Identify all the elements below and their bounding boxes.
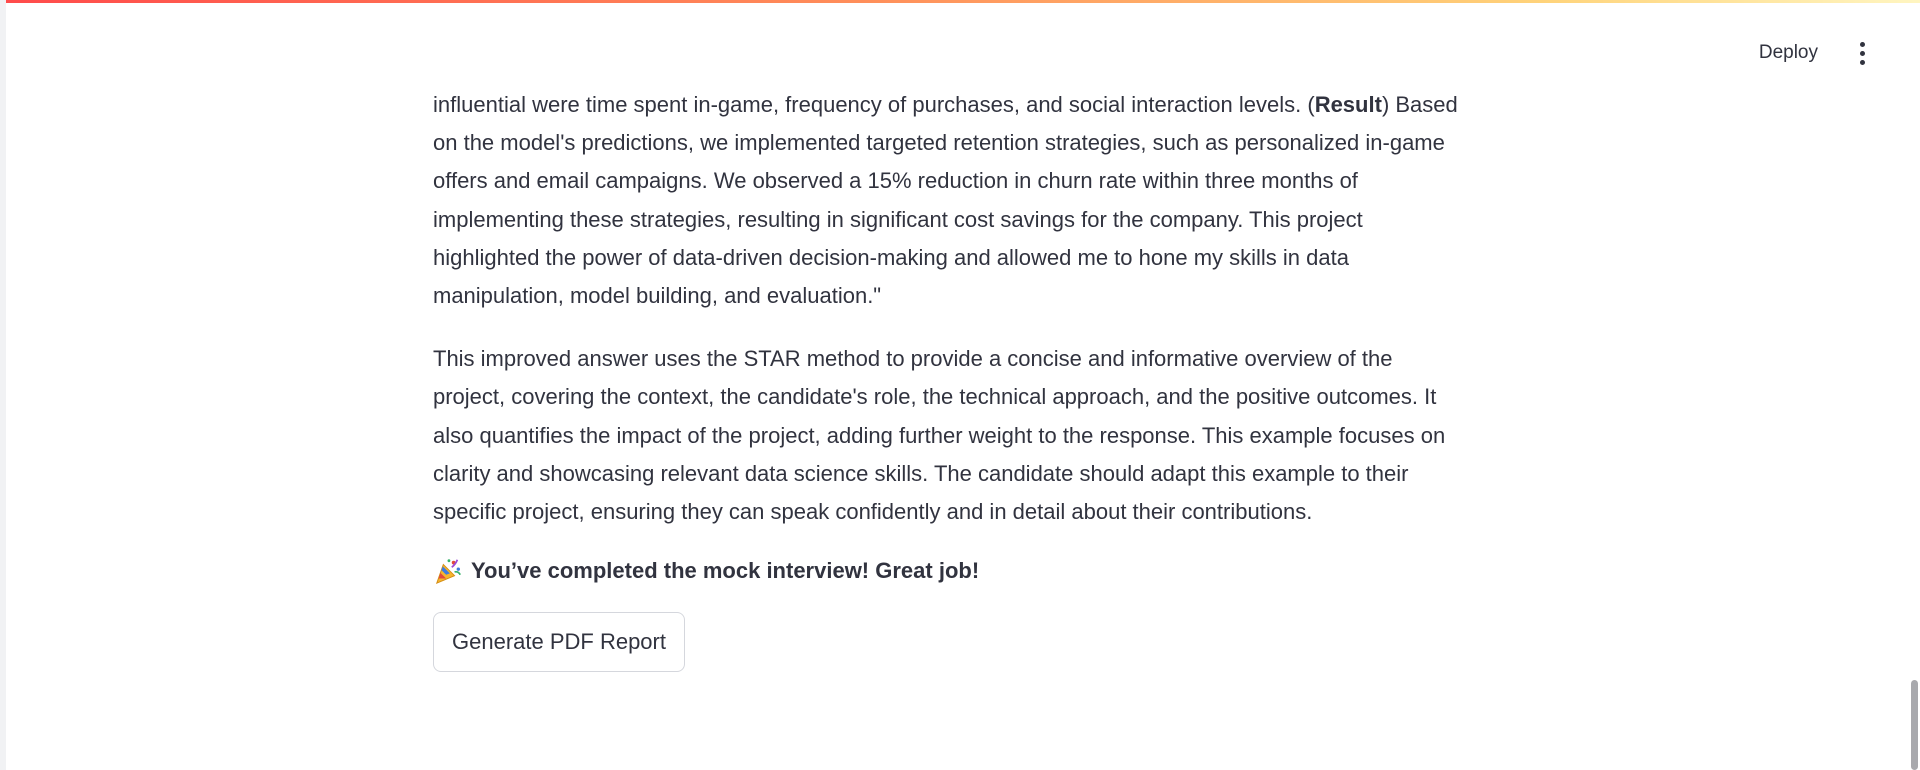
vertical-scrollbar[interactable] xyxy=(1908,0,1920,770)
explanation-paragraph: This improved answer uses the STAR metho… xyxy=(433,340,1493,531)
party-popper-icon xyxy=(435,559,461,585)
paragraph-line: specific project, ensuring they can spea… xyxy=(433,499,1313,525)
result-label: Result xyxy=(1314,92,1382,117)
header-toolbar: Deploy xyxy=(1753,38,1872,68)
paragraph-line: offers and email campaigns. We observed … xyxy=(433,168,1358,194)
paragraph-line: project, covering the context, the candi… xyxy=(433,384,1437,410)
paragraph-line: highlighted the power of data-driven dec… xyxy=(433,244,1349,270)
scrollbar-thumb[interactable] xyxy=(1911,680,1918,770)
paragraph-line: on the model's predictions, we implement… xyxy=(433,130,1445,156)
answer-paragraph: influential were time spent in-game, fre… xyxy=(433,86,1493,315)
paragraph-line: This improved answer uses the STAR metho… xyxy=(433,346,1393,372)
completion-message: You’ve completed the mock interview! Gre… xyxy=(433,556,1493,586)
deploy-button[interactable]: Deploy xyxy=(1753,38,1824,68)
paragraph-line: manipulation, model building, and evalua… xyxy=(433,283,882,309)
completion-text: You’ve completed the mock interview! Gre… xyxy=(471,558,980,584)
paragraph-line: implementing these strategies, resulting… xyxy=(433,206,1363,232)
menu-dot xyxy=(1859,59,1865,65)
app-window: Deploy influential were time spent in-ga… xyxy=(0,0,1920,770)
top-decoration-bar xyxy=(6,0,1920,3)
generate-pdf-report-button[interactable]: Generate PDF Report xyxy=(433,612,685,673)
paragraph-line: clarity and showcasing relevant data sci… xyxy=(433,460,1409,486)
menu-dot xyxy=(1859,41,1865,47)
paragraph-line: influential were time spent in-game, fre… xyxy=(433,86,1493,124)
text-segment: influential were time spent in-game, fre… xyxy=(433,92,1315,117)
text-segment: ) Based xyxy=(1381,92,1458,117)
paragraph-line: also quantifies the impact of the projec… xyxy=(433,422,1446,448)
menu-dot xyxy=(1859,50,1865,56)
main-content: influential were time spent in-game, fre… xyxy=(433,86,1493,673)
vertical-ellipsis-icon[interactable] xyxy=(1852,40,1872,66)
